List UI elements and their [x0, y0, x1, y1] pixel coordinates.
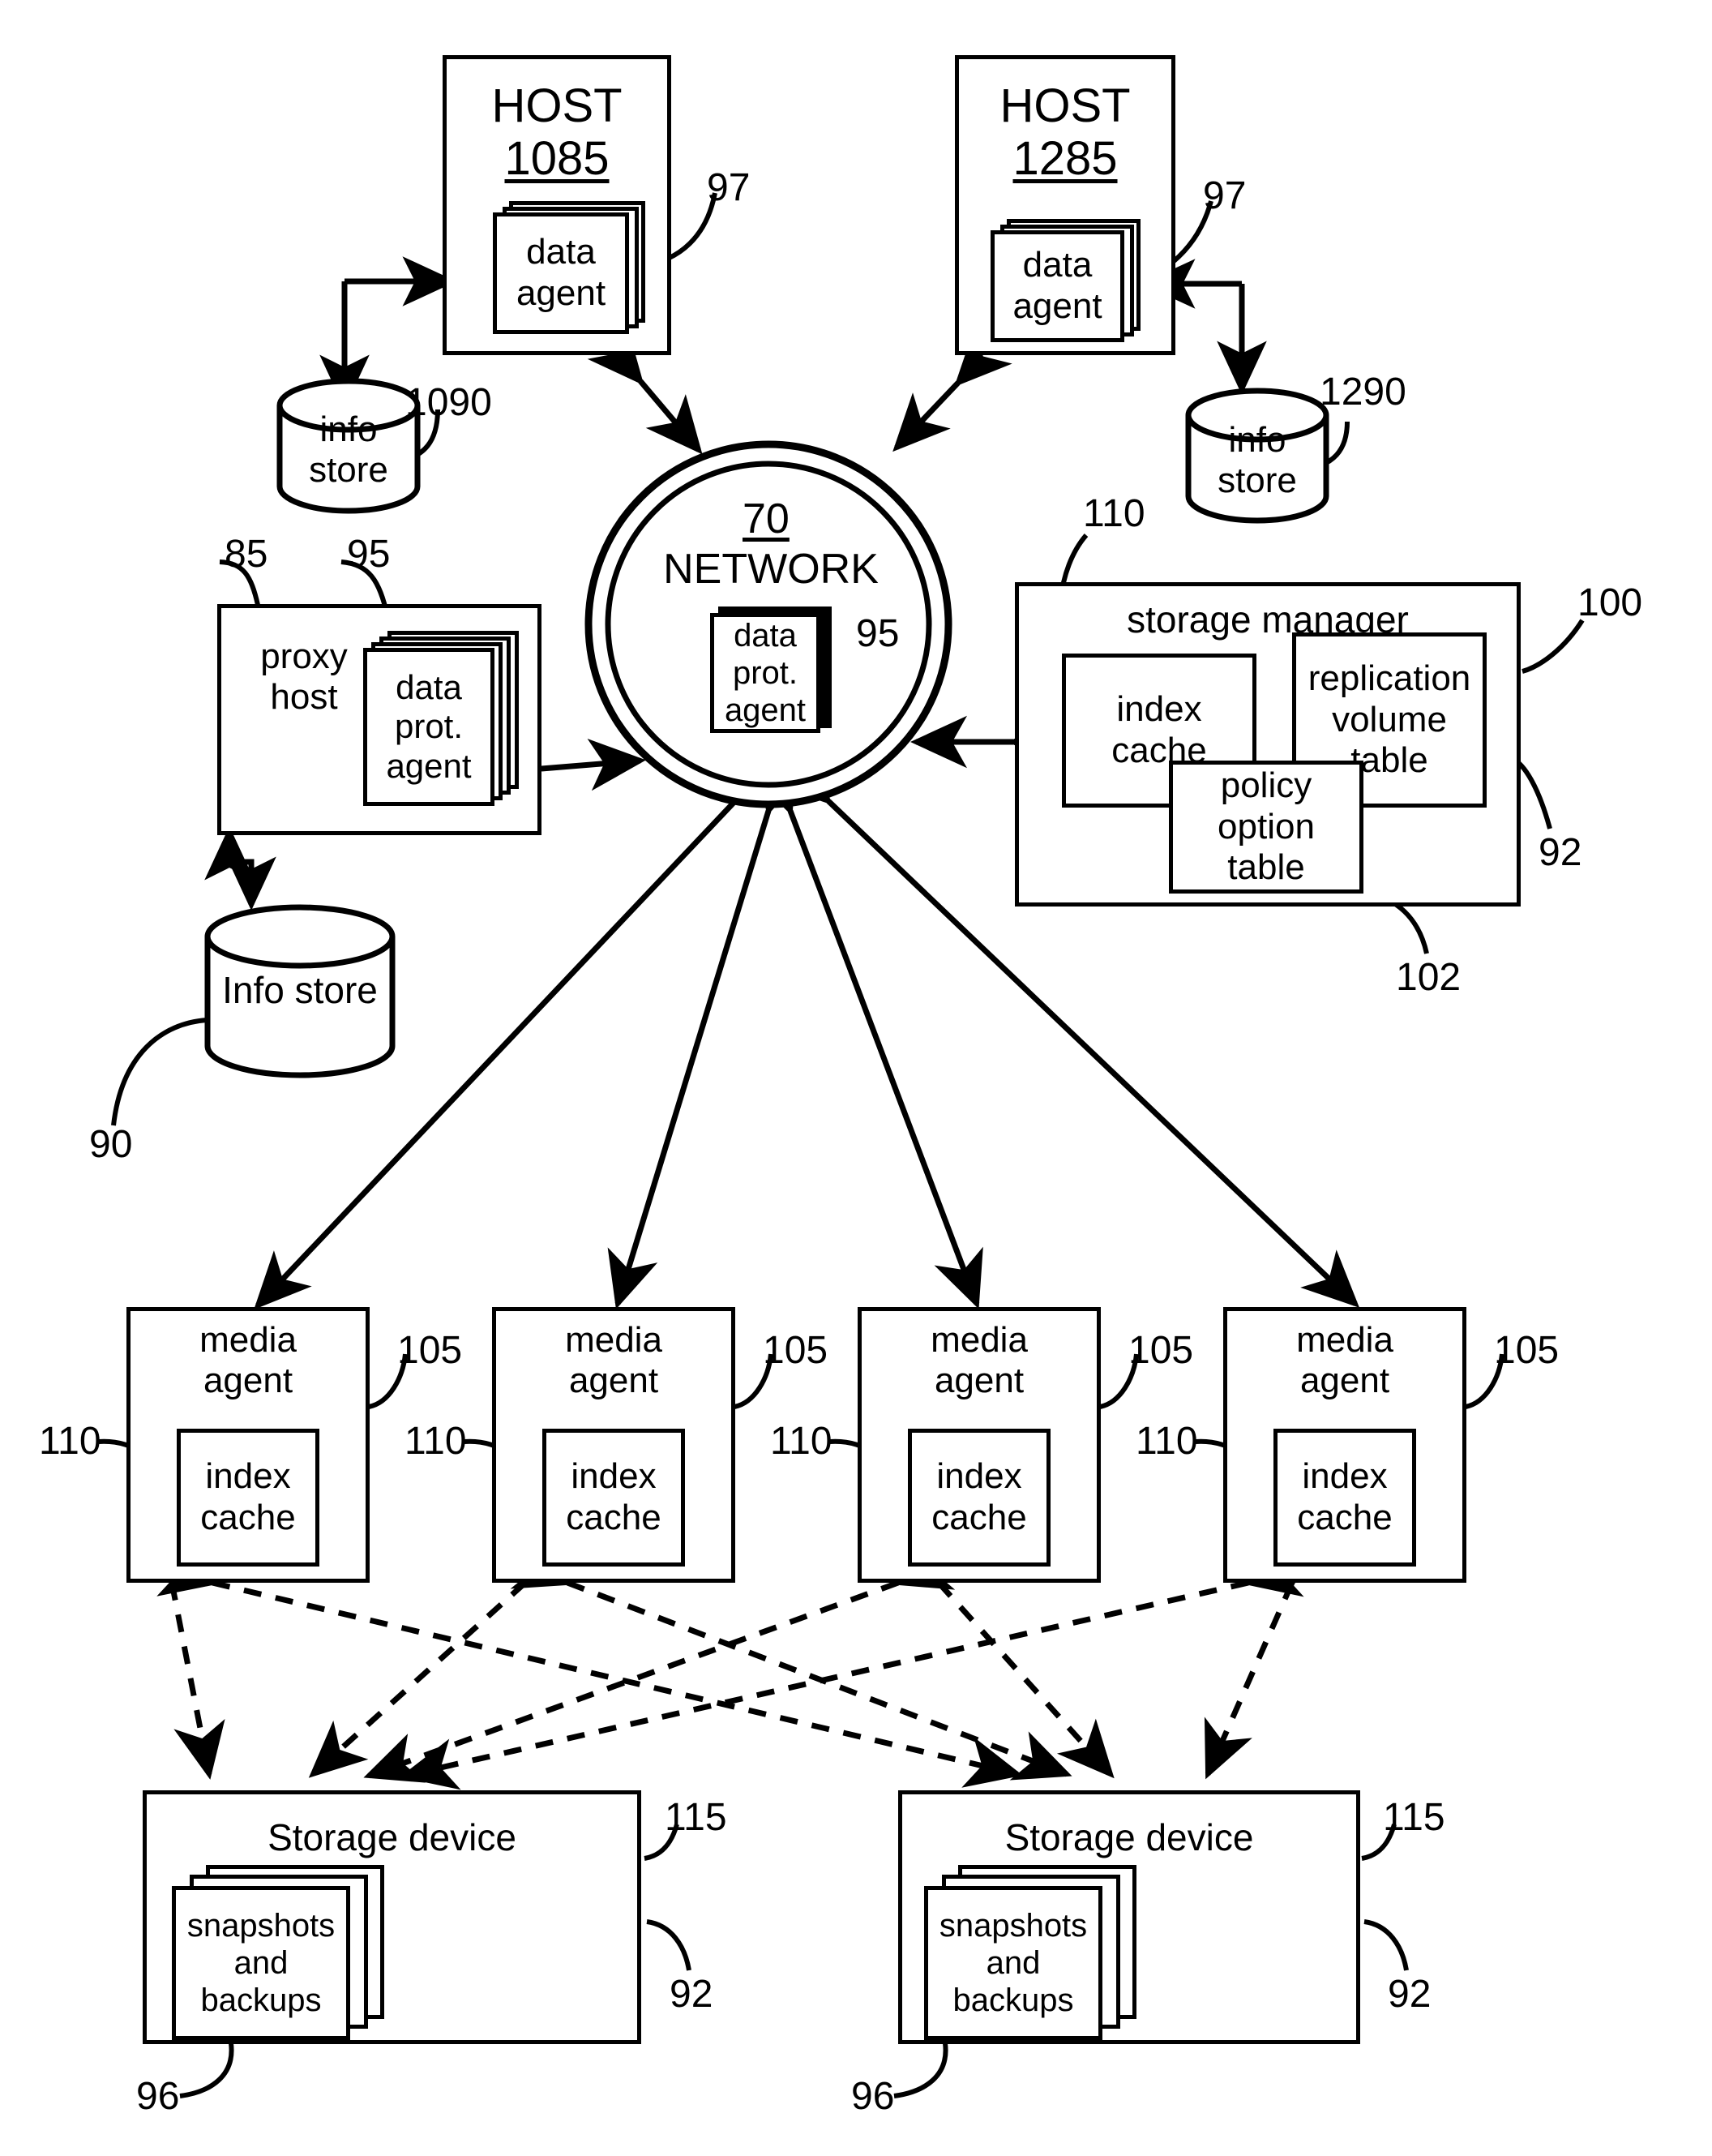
- host-1085-name: HOST: [491, 79, 623, 132]
- media-agent-3-index-cache-label: index cache: [931, 1456, 1027, 1537]
- ref-97-left: 97: [707, 166, 751, 209]
- info-store-1085-label: info store: [309, 409, 388, 491]
- network-name: NETWORK: [663, 546, 879, 593]
- ref-105-media-agent-4: 105: [1494, 1329, 1560, 1372]
- host-1085-data-agent[interactable]: data agent: [493, 201, 647, 341]
- host-1285-data-agent[interactable]: data agent: [991, 219, 1145, 358]
- info-store-1285-label: info store: [1218, 420, 1297, 501]
- ref-96-storage-device-1: 96: [136, 2075, 180, 2118]
- media-agent-2-index-cache[interactable]: index cache: [542, 1429, 685, 1567]
- ref-1090: 1090: [405, 381, 492, 424]
- ref-110-storage-manager: 110: [1083, 492, 1145, 535]
- ref-102: 102: [1396, 956, 1462, 999]
- proxy-host-data-prot-agent[interactable]: data prot. agent: [363, 631, 525, 809]
- media-agent-2-index-cache-label: index cache: [566, 1456, 661, 1537]
- media-agent-4-index-cache-label: index cache: [1297, 1456, 1393, 1537]
- ref-95-network: 95: [856, 612, 900, 655]
- storage-device-1-contents[interactable]: snapshots and backups: [172, 1865, 407, 2043]
- ref-97-right: 97: [1203, 174, 1247, 217]
- proxy-host-label: proxy host: [260, 637, 348, 718]
- ref-1290: 1290: [1320, 371, 1406, 414]
- ref-110-media-agent-2: 110: [404, 1420, 467, 1463]
- ref-105-media-agent-2: 105: [763, 1329, 828, 1372]
- host-1285-number: 1285: [1012, 131, 1118, 185]
- ref-90: 90: [89, 1123, 133, 1166]
- storage-device-1-contents-label: snapshots and backups: [172, 1886, 350, 2040]
- storage-device-2-contents[interactable]: snapshots and backups: [924, 1865, 1159, 2043]
- proxy-info-store-label: Info store: [222, 969, 378, 1011]
- network-data-prot-agent[interactable]: data prot. agent: [710, 607, 837, 736]
- ref-110-media-agent-4: 110: [1136, 1420, 1198, 1463]
- ref-85: 85: [225, 533, 268, 576]
- media-agent-1-label: media agent: [199, 1320, 297, 1401]
- ref-92-storage-manager: 92: [1539, 831, 1582, 874]
- host-1285-name: HOST: [999, 79, 1131, 132]
- media-agent-1-index-cache[interactable]: index cache: [177, 1429, 319, 1567]
- ref-105-media-agent-1: 105: [397, 1329, 463, 1372]
- policy-option-table[interactable]: policy option table: [1169, 761, 1363, 894]
- ref-110-media-agent-3: 110: [770, 1420, 832, 1463]
- media-agent-1-index-cache-label: index cache: [200, 1456, 296, 1537]
- media-agent-4-index-cache[interactable]: index cache: [1273, 1429, 1416, 1567]
- proxy-host-data-prot-agent-label: data prot. agent: [363, 648, 494, 806]
- policy-option-table-label: policy option table: [1218, 765, 1315, 888]
- ref-95-proxy: 95: [347, 533, 391, 576]
- media-agent-3-index-cache[interactable]: index cache: [908, 1429, 1051, 1567]
- media-agent-2-label: media agent: [565, 1320, 662, 1401]
- ref-110-media-agent-1: 110: [39, 1420, 101, 1463]
- media-agent-3-label: media agent: [931, 1320, 1028, 1401]
- patent-figure: HOST 1085 data agent 97 info store 1090 …: [0, 0, 1712, 2156]
- storage-manager-index-cache-label: index cache: [1111, 689, 1207, 770]
- ref-100: 100: [1577, 581, 1643, 624]
- ref-115-storage-device-1: 115: [665, 1796, 727, 1839]
- host-1085-data-agent-label: data agent: [493, 212, 629, 334]
- media-agent-4-label: media agent: [1296, 1320, 1393, 1401]
- ref-92-storage-device-1: 92: [670, 1973, 713, 2016]
- network-number: 70: [743, 495, 790, 542]
- ref-92-storage-device-2: 92: [1388, 1973, 1432, 2016]
- ref-115-storage-device-2: 115: [1383, 1796, 1445, 1839]
- host-1285-data-agent-label: data agent: [991, 230, 1124, 342]
- ref-105-media-agent-3: 105: [1128, 1329, 1194, 1372]
- storage-device-1-label: Storage device: [268, 1816, 516, 1858]
- network-data-prot-agent-label: data prot. agent: [710, 613, 820, 733]
- storage-device-2-label: Storage device: [1004, 1816, 1254, 1858]
- ref-96-storage-device-2: 96: [851, 2075, 895, 2118]
- host-1085-number: 1085: [504, 131, 610, 185]
- storage-device-2-contents-label: snapshots and backups: [924, 1886, 1102, 2040]
